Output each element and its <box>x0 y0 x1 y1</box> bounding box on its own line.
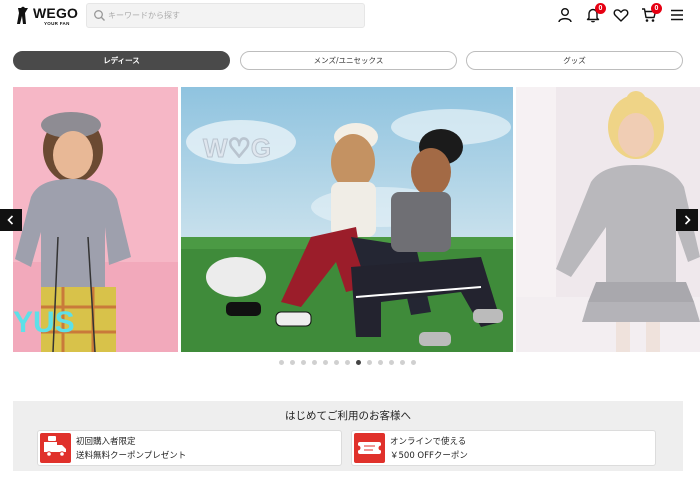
carousel-dot[interactable] <box>323 360 328 365</box>
carousel-dot[interactable] <box>367 360 372 365</box>
carousel-dots <box>0 360 700 366</box>
carousel-slide-left[interactable]: YUS <box>13 87 178 352</box>
search-icon <box>94 10 105 21</box>
notification-badge: 0 <box>595 3 606 14</box>
carousel-dot[interactable] <box>334 360 339 365</box>
logo-text: WEGO <box>33 5 79 21</box>
favorites-button[interactable] <box>611 5 631 25</box>
site-header: WEGO YOUR FAN 0 0 <box>0 0 700 34</box>
delivery-truck-icon <box>40 433 71 463</box>
wego-logo[interactable]: WEGO YOUR FAN <box>16 5 79 28</box>
cart-badge: 0 <box>651 3 662 14</box>
carousel-slide-center[interactable]: W♡G <box>181 87 513 352</box>
discount-coupon-text: オンラインで使える ￥500 OFFクーポン <box>390 435 468 463</box>
menu-icon <box>671 9 683 21</box>
carousel-dot[interactable] <box>312 360 317 365</box>
heart-icon <box>613 9 629 22</box>
search-box[interactable] <box>86 3 365 28</box>
free-shipping-coupon-card[interactable]: 初回購入者限定 送料無料クーポンプレゼント <box>37 430 342 466</box>
coupon-line-1: オンラインで使える <box>390 437 467 447</box>
500-yen-off-coupon-card[interactable]: オンラインで使える ￥500 OFFクーポン <box>351 430 656 466</box>
user-icon <box>558 8 572 23</box>
coupon-line-2: 送料無料クーポンプレゼント <box>76 451 187 461</box>
cart-button[interactable]: 0 <box>639 3 662 25</box>
notification-button[interactable]: 0 <box>583 3 606 25</box>
chevron-left-icon <box>7 215 14 225</box>
tab-ladies[interactable]: レディース <box>13 51 230 70</box>
slide-photo-center: W♡G <box>181 87 513 352</box>
carousel-dot[interactable] <box>279 360 284 365</box>
tab-goods[interactable]: グッズ <box>466 51 683 70</box>
first-time-customer-banner: はじめてご利用のお客様へ 初回購入者限定 送料無料クーポンプレゼント オンライン… <box>13 401 683 471</box>
logo-subtext: YOUR FAN <box>44 21 70 26</box>
carousel-dot[interactable] <box>389 360 394 365</box>
search-input[interactable] <box>108 6 358 25</box>
carousel-slide-right[interactable] <box>516 87 700 352</box>
carousel-dot-active[interactable] <box>356 360 361 365</box>
free-shipping-coupon-text: 初回購入者限定 送料無料クーポンプレゼント <box>76 435 186 463</box>
slide-center-logo-text: W♡G <box>203 133 271 163</box>
chevron-right-icon <box>684 215 691 225</box>
slide-left-text: YUS <box>13 306 75 339</box>
slide-photo-left: YUS <box>13 87 178 352</box>
tab-mens-unisex[interactable]: メンズ/ユニセックス <box>240 51 457 70</box>
menu-button[interactable] <box>667 5 687 25</box>
carousel-dot[interactable] <box>301 360 306 365</box>
hero-carousel[interactable]: YUS W♡G <box>0 87 700 352</box>
slide-photo-right <box>516 87 700 352</box>
carousel-dot[interactable] <box>411 360 416 365</box>
coupon-line-1: 初回購入者限定 <box>76 437 136 447</box>
carousel-prev-button[interactable] <box>0 209 22 231</box>
logo-mark-icon <box>17 6 28 24</box>
carousel-dot[interactable] <box>290 360 295 365</box>
carousel-dot[interactable] <box>400 360 405 365</box>
coupon-line-2: ￥500 OFFクーポン <box>390 451 468 461</box>
carousel-dot[interactable] <box>345 360 350 365</box>
banner-title: はじめてご利用のお客様へ <box>285 410 411 422</box>
carousel-dot[interactable] <box>378 360 383 365</box>
account-button[interactable] <box>555 5 575 25</box>
carousel-next-button[interactable] <box>676 209 698 231</box>
coupon-ticket-icon <box>354 433 385 463</box>
